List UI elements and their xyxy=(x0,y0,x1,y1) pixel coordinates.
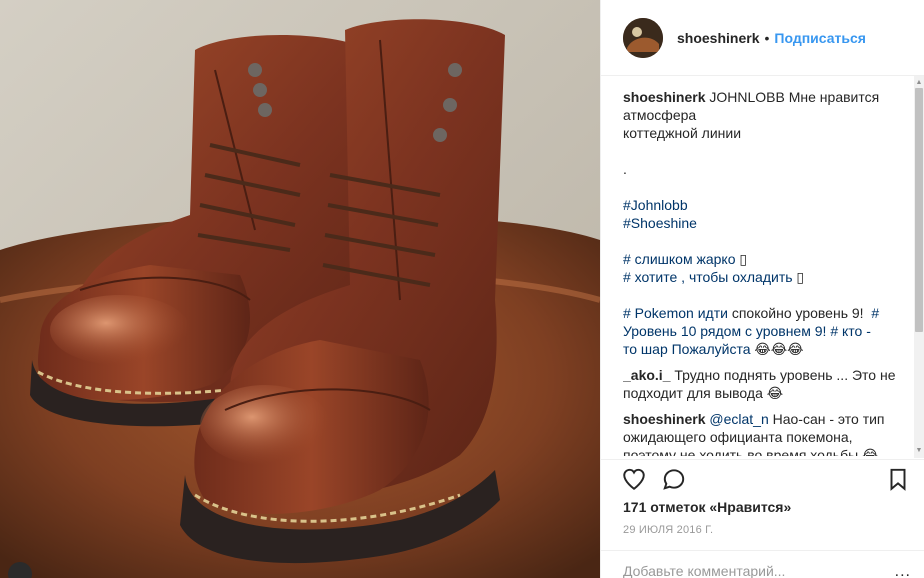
comment-mention[interactable]: @eclat_n xyxy=(709,411,768,427)
emoji-glyph: 😂 xyxy=(858,447,879,456)
header-separator: • xyxy=(764,29,770,46)
more-options-icon[interactable]: ... xyxy=(895,563,911,578)
hashtag-shoeshine[interactable]: #Shoeshine xyxy=(623,215,697,231)
caption-text: спокойно уровень 9! xyxy=(727,305,864,321)
heart-icon[interactable] xyxy=(621,466,647,492)
follow-button[interactable]: Подписаться xyxy=(774,30,866,46)
scroll-thumb[interactable] xyxy=(915,88,923,332)
caption-line: атмосфера xyxy=(623,107,697,123)
post-header: shoeshinerk • Подписаться xyxy=(601,0,924,76)
post-date[interactable]: 29 июля 2016 г. xyxy=(623,524,713,536)
comment-item: подходит для вывода 😂 xyxy=(623,384,899,402)
caption-line: коттеджной линии xyxy=(623,125,742,141)
comments-scrollbar[interactable]: ▲ ▼ xyxy=(914,76,924,458)
hashtag-hot[interactable]: # слишком жарко xyxy=(623,251,736,267)
hashtag-level[interactable]: # xyxy=(871,305,879,321)
emoji-glyph: ▯ xyxy=(796,269,805,285)
header-username[interactable]: shoeshinerk xyxy=(677,30,759,46)
hashtag-level10[interactable]: Уровень 10 рядом с уровнем 9! xyxy=(623,323,826,339)
likes-count[interactable]: 171 отметок «Нравится» xyxy=(623,499,791,515)
post-actions xyxy=(601,459,924,499)
caption-username[interactable]: shoeshinerk xyxy=(623,89,705,105)
post-side-panel: shoeshinerk • Подписаться shoeshinerk JO… xyxy=(600,0,924,578)
comment-text: поэтому не ходить во время ходьбы xyxy=(623,447,859,456)
comment-icon[interactable] xyxy=(661,466,687,492)
comment-item: ожидающего официанта покемона, xyxy=(623,429,853,445)
hashtag-ball[interactable]: то шар Пожалуйста xyxy=(623,341,751,357)
emoji-glyph: 😂😂😂 xyxy=(750,341,804,357)
scroll-up-arrow-icon[interactable]: ▲ xyxy=(914,78,924,88)
scroll-down-arrow-icon[interactable]: ▼ xyxy=(914,446,924,456)
emoji-glyph: ▯ xyxy=(739,251,748,267)
add-comment-bar: ... xyxy=(601,550,924,578)
caption-line: shoeshinerk JOHNLOBB Мне нравится xyxy=(623,88,899,106)
emoji-glyph: 😂 xyxy=(762,385,784,401)
hashtag-who[interactable]: # кто - xyxy=(830,323,871,339)
comment-username[interactable]: shoeshinerk xyxy=(623,411,705,427)
comment-text: подходит для вывода xyxy=(623,385,763,401)
add-comment-input[interactable] xyxy=(623,563,863,578)
comment-item: shoeshinerk @eclat_n Нао-сан - это тип xyxy=(623,410,899,428)
avatar[interactable] xyxy=(623,17,663,58)
boots-photo-illustration xyxy=(0,0,600,578)
bookmark-icon[interactable] xyxy=(885,466,911,492)
comments-list: shoeshinerk JOHNLOBB Мне нравится атмосф… xyxy=(623,88,899,456)
hashtag-pokemon[interactable]: # Pokemon идти xyxy=(623,305,728,321)
comment-text: Трудно поднять уровень ... Это не xyxy=(670,367,896,383)
caption-dot: . xyxy=(623,161,627,177)
hashtag-johnlobb[interactable]: #Johnlobb xyxy=(623,197,688,213)
caption-text: JOHNLOBB Мне нравится xyxy=(705,89,880,105)
comment-item: _ako.i_ Трудно поднять уровень ... Это н… xyxy=(623,366,899,384)
comment-username[interactable]: _ako.i_ xyxy=(623,367,670,383)
instagram-post: shoeshinerk • Подписаться shoeshinerk JO… xyxy=(0,0,924,578)
comment-text: Нао-сан - это тип xyxy=(768,411,885,427)
post-photo[interactable] xyxy=(0,0,600,578)
hashtag-cool[interactable]: # хотите , чтобы охладить xyxy=(623,269,793,285)
avatar-image xyxy=(623,17,663,58)
comment-item: поэтому не ходить во время ходьбы 😂 xyxy=(623,446,899,456)
